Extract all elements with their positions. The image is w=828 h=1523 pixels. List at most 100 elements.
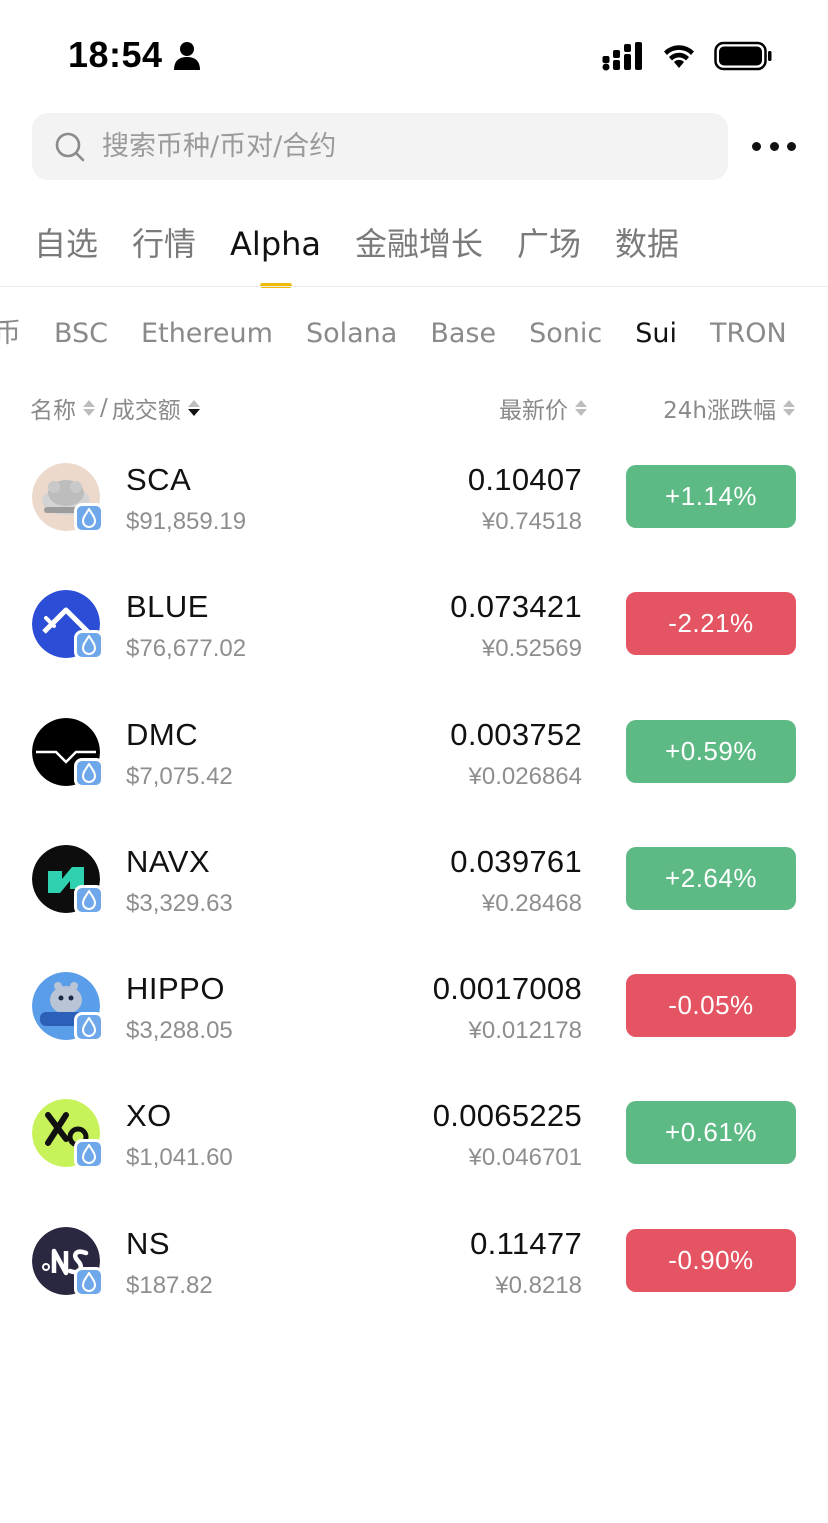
sui-droplet-icon [81,762,97,783]
token-price-cny: ¥0.8218 [495,1271,582,1299]
token-avatar [32,463,104,533]
chain-tab-bsc[interactable]: BSC [54,312,108,356]
token-volume: $1,041.60 [126,1144,233,1172]
change-badge[interactable]: +0.59% [626,719,796,783]
sui-droplet-icon [81,508,97,528]
sort-arrows-icon[interactable] [574,394,588,422]
token-avatar [32,1226,104,1297]
sui-chain-badge [74,1012,104,1043]
token-row[interactable]: SCA $91,859.19 0.10407 ¥0.74518 +1.14% [0,442,828,569]
token-price-cny: ¥0.046701 [468,1144,582,1172]
token-row[interactable]: BLUE $76,677.02 0.073421 ¥0.52569 -2.21% [0,569,828,696]
token-avatar [32,972,104,1043]
tab-watchlist[interactable]: 自选 [34,218,98,288]
status-bar: 18:54 [0,0,828,110]
column-separator: / [100,395,108,421]
sui-chain-badge [74,503,104,533]
token-price: 0.0017008 [432,971,582,1007]
token-row[interactable]: HIPPO $3,288.05 0.0017008 ¥0.012178 -0.0… [0,951,828,1078]
token-avatar [32,844,104,915]
sui-droplet-icon [81,1017,97,1038]
change-badge[interactable]: -0.90% [626,1228,796,1292]
token-volume: $3,288.05 [126,1017,233,1045]
chain-tab-sui[interactable]: Sui [635,312,677,356]
sui-chain-badge [74,1139,104,1170]
sui-chain-badge [74,630,104,661]
column-name-volume: 名称 / 成交额 [30,388,201,428]
tabs-divider [0,286,828,287]
token-price: 0.11477 [470,1225,582,1261]
sort-arrows-icon[interactable] [782,394,796,422]
token-price: 0.0065225 [432,1098,582,1134]
token-volume: $91,859.19 [126,508,247,535]
sort-by-volume[interactable]: 成交额 [112,391,181,425]
token-row[interactable]: NAVX $3,329.63 0.039761 ¥0.28468 +2.64% [0,824,828,951]
tab-data[interactable]: 数据 [615,218,679,288]
search-input[interactable] [102,131,702,162]
token-price: 0.073421 [450,589,582,625]
sui-droplet-icon [81,635,97,656]
token-avatar [32,1099,104,1170]
more-menu-button[interactable] [752,131,796,161]
token-price-cny: ¥0.74518 [481,508,582,535]
token-symbol: NAVX [126,843,211,879]
tab-finance-growth[interactable]: 金融增长 [355,218,483,288]
change-badge[interactable]: +2.64% [626,846,796,910]
chain-tabs: 币 BSC Ethereum Solana Base Sonic Sui TRO… [0,312,787,356]
more-dot-icon [787,141,796,151]
token-row[interactable]: XO $1,041.60 0.0065225 ¥0.046701 +0.61% [0,1078,828,1205]
chain-tab-all[interactable]: 币 [0,312,21,356]
status-indicators [602,40,772,72]
more-dot-icon [769,141,779,151]
chain-tab-sonic[interactable]: Sonic [529,312,602,356]
change-badge[interactable]: -0.05% [626,974,796,1038]
wifi-icon [664,45,694,68]
sui-droplet-icon [81,1271,97,1292]
tab-square[interactable]: 广场 [517,218,581,288]
sui-chain-badge [74,1266,104,1297]
token-symbol: HIPPO [126,971,225,1007]
token-avatar [32,717,104,788]
token-list: SCA $91,859.19 0.10407 ¥0.74518 +1.14% B… [0,442,828,1333]
sort-by-price[interactable]: 最新价 [499,391,568,425]
token-avatar [32,590,104,661]
chain-tab-ethereum[interactable]: Ethereum [141,312,273,356]
change-badge[interactable]: +1.14% [626,465,796,528]
token-volume: $7,075.42 [126,762,233,790]
token-volume: $76,677.02 [126,635,247,663]
search-box[interactable] [32,113,728,180]
sort-by-name[interactable]: 名称 [30,391,76,425]
column-headers: 名称 / 成交额 最新价 24h涨跌幅 [30,388,796,428]
chain-tab-tron[interactable]: TRON [710,312,787,356]
token-price-cny: ¥0.026864 [468,762,582,790]
sui-chain-badge [74,757,104,788]
token-row[interactable]: DMC $7,075.42 0.003752 ¥0.026864 +0.59% [0,697,828,824]
sort-arrows-icon[interactable] [187,394,201,422]
chain-tab-solana[interactable]: Solana [306,312,397,356]
token-symbol: NS [126,1225,171,1261]
token-row[interactable]: NS $187.82 0.11477 ¥0.8218 -0.90% [0,1206,828,1333]
chain-tab-base[interactable]: Base [430,312,496,356]
token-price: 0.10407 [467,462,582,497]
change-badge[interactable]: -2.21% [626,592,796,656]
token-volume: $187.82 [126,1271,213,1299]
token-symbol: SCA [126,462,192,497]
change-badge[interactable]: +0.61% [626,1101,796,1165]
token-symbol: BLUE [126,589,209,625]
token-symbol: XO [126,1098,172,1134]
sort-by-change[interactable]: 24h涨跌幅 [663,391,776,425]
more-dot-icon [752,141,761,151]
person-icon [174,42,200,70]
tab-markets[interactable]: 行情 [132,218,196,288]
sui-droplet-icon [81,889,97,910]
column-price[interactable]: 最新价 [499,388,588,428]
tab-alpha[interactable]: Alpha [230,218,321,288]
search-icon [55,132,85,161]
token-volume: $3,329.63 [126,889,233,917]
column-change[interactable]: 24h涨跌幅 [663,388,796,428]
sui-droplet-icon [81,1144,97,1165]
token-price: 0.039761 [450,843,582,879]
token-symbol: DMC [126,716,199,752]
sort-arrows-icon[interactable] [82,394,96,422]
search-row [32,113,796,180]
